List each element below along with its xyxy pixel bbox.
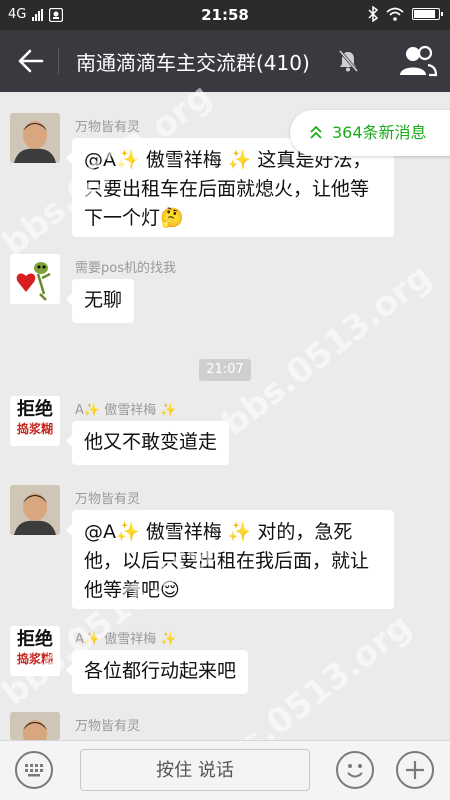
avatar-text-top: 拒绝 bbox=[17, 399, 53, 420]
message-bubble[interactable]: 无聊 bbox=[65, 279, 135, 323]
battery-icon bbox=[412, 8, 443, 20]
group-members-icon[interactable] bbox=[398, 43, 438, 79]
bluetooth-icon bbox=[368, 6, 378, 22]
plus-icon bbox=[406, 761, 424, 779]
new-messages-button[interactable]: 364条新消息 bbox=[290, 110, 450, 156]
header-divider bbox=[58, 48, 59, 74]
keyboard-toggle-button[interactable] bbox=[15, 751, 53, 789]
avatar[interactable]: 拒绝 捣浆糊 bbox=[10, 626, 60, 676]
mute-bell-icon bbox=[338, 50, 358, 72]
keyboard-icon bbox=[25, 764, 43, 777]
avatar[interactable] bbox=[10, 712, 60, 740]
rose-figure-icon bbox=[10, 254, 60, 304]
avatar-text-bottom: 捣浆糊 bbox=[16, 422, 53, 436]
emoji-button[interactable] bbox=[336, 751, 374, 789]
sender-name: 万物皆有灵 bbox=[75, 492, 141, 507]
man-photo-icon bbox=[10, 485, 60, 535]
input-bar: 按住 说话 bbox=[0, 740, 450, 800]
sender-name: A✨ 傲雪祥梅 ✨ bbox=[75, 632, 177, 647]
sender-name: 万物皆有灵 bbox=[75, 120, 141, 135]
more-options-button[interactable] bbox=[396, 751, 434, 789]
chat-title: 南通滴滴车主交流群(410) bbox=[76, 51, 310, 75]
message-text: 他又不敢变道走 bbox=[84, 431, 218, 453]
double-chevron-up-icon bbox=[310, 125, 322, 139]
watermark: bbs.0513.org bbox=[214, 256, 440, 444]
message-text: 各位都行动起来吧 bbox=[84, 660, 237, 682]
wifi-icon bbox=[386, 7, 404, 21]
message-text: @A✨ 傲雪祥梅 ✨ 对的，急死他，以后只要出租在我后面，就让他等着吧😌 bbox=[84, 521, 370, 601]
message-text: 无聊 bbox=[84, 289, 123, 311]
message-text: @A✨ 傲雪祥梅 ✨ 这真是好法，只要出租车在后面就熄火，让他等下一个灯🤔 bbox=[84, 149, 372, 229]
man-photo-icon bbox=[10, 113, 60, 163]
chat-header: 南通滴滴车主交流群(410) bbox=[0, 30, 450, 92]
avatar[interactable]: 拒绝 捣浆糊 bbox=[10, 396, 60, 446]
back-arrow-icon[interactable] bbox=[14, 46, 46, 76]
sender-name: A✨ 傲雪祥梅 ✨ bbox=[75, 403, 177, 418]
hold-to-talk-button[interactable]: 按住 说话 bbox=[80, 749, 310, 791]
status-bar: 4G 21:58 bbox=[0, 0, 450, 30]
time-divider: 21:07 bbox=[199, 359, 251, 381]
avatar-text-top: 拒绝 bbox=[17, 629, 53, 650]
avatar[interactable] bbox=[10, 254, 60, 304]
smiley-icon bbox=[347, 764, 363, 778]
sender-name: 万物皆有灵 bbox=[75, 719, 141, 734]
message-bubble[interactable]: 各位都行动起来吧 bbox=[65, 650, 249, 694]
avatar[interactable] bbox=[10, 113, 60, 163]
avatar-text-bottom: 捣浆糊 bbox=[16, 652, 53, 666]
message-bubble[interactable]: 他又不敢变道走 bbox=[65, 421, 230, 465]
new-messages-label: 364条新消息 bbox=[332, 123, 427, 142]
avatar[interactable] bbox=[10, 485, 60, 535]
man-photo-icon bbox=[10, 712, 60, 740]
sender-name: 需要pos机的找我 bbox=[75, 261, 176, 276]
message-bubble[interactable]: @A✨ 傲雪祥梅 ✨ 对的，急死他，以后只要出租在我后面，就让他等着吧😌 bbox=[66, 510, 394, 609]
